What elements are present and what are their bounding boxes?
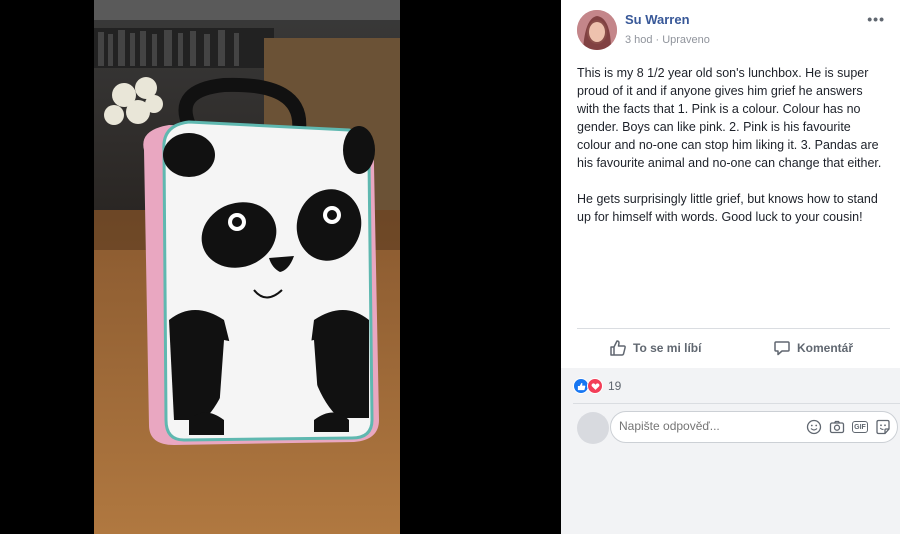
reply-tools: GIF — [806, 419, 891, 435]
comment-icon — [774, 341, 790, 356]
post-panel: Su Warren 3 hod · Upraveno ••• This is my … — [561, 0, 900, 534]
post-time[interactable]: 3 hod — [625, 34, 653, 46]
reply-box[interactable]: GIF — [610, 411, 898, 443]
camera-icon[interactable] — [829, 419, 845, 435]
author-name[interactable]: Su Warren — [625, 12, 690, 27]
post-header: Su Warren 3 hod · Upraveno ••• — [577, 10, 887, 50]
post-text: This is my 8 1/2 year old son's lunchbox… — [577, 64, 887, 244]
edited-label[interactable]: Upraveno — [662, 34, 710, 46]
gif-icon[interactable]: GIF — [852, 421, 868, 433]
reactions-summary[interactable]: 19 — [573, 376, 621, 396]
post-paragraph: He gets surprisingly little grief, but k… — [577, 192, 878, 224]
sticker-icon[interactable] — [875, 419, 891, 435]
post-actions: To se mi líbí Komentář — [577, 329, 890, 367]
love-icon — [587, 378, 603, 394]
photo-viewer — [0, 0, 561, 534]
comment-button[interactable]: Komentář — [773, 338, 853, 358]
emoji-icon[interactable] — [806, 419, 822, 435]
meta-separator: · — [655, 34, 660, 46]
author-avatar[interactable] — [577, 10, 617, 50]
post-paragraph: This is my 8 1/2 year old son's lunchbox… — [577, 66, 882, 170]
reply-avatar — [577, 412, 609, 444]
reaction-count: 19 — [608, 379, 622, 393]
like-label: To se mi líbí — [633, 341, 702, 355]
more-options-icon[interactable]: ••• — [867, 11, 885, 27]
like-button[interactable]: To se mi líbí — [609, 338, 701, 358]
thumbs-up-icon — [610, 340, 626, 356]
post-meta: 3 hod · Upraveno — [625, 34, 710, 46]
divider — [573, 403, 900, 404]
post-photo[interactable] — [94, 0, 400, 534]
comment-label: Komentář — [797, 341, 854, 355]
reply-input[interactable] — [619, 419, 789, 433]
